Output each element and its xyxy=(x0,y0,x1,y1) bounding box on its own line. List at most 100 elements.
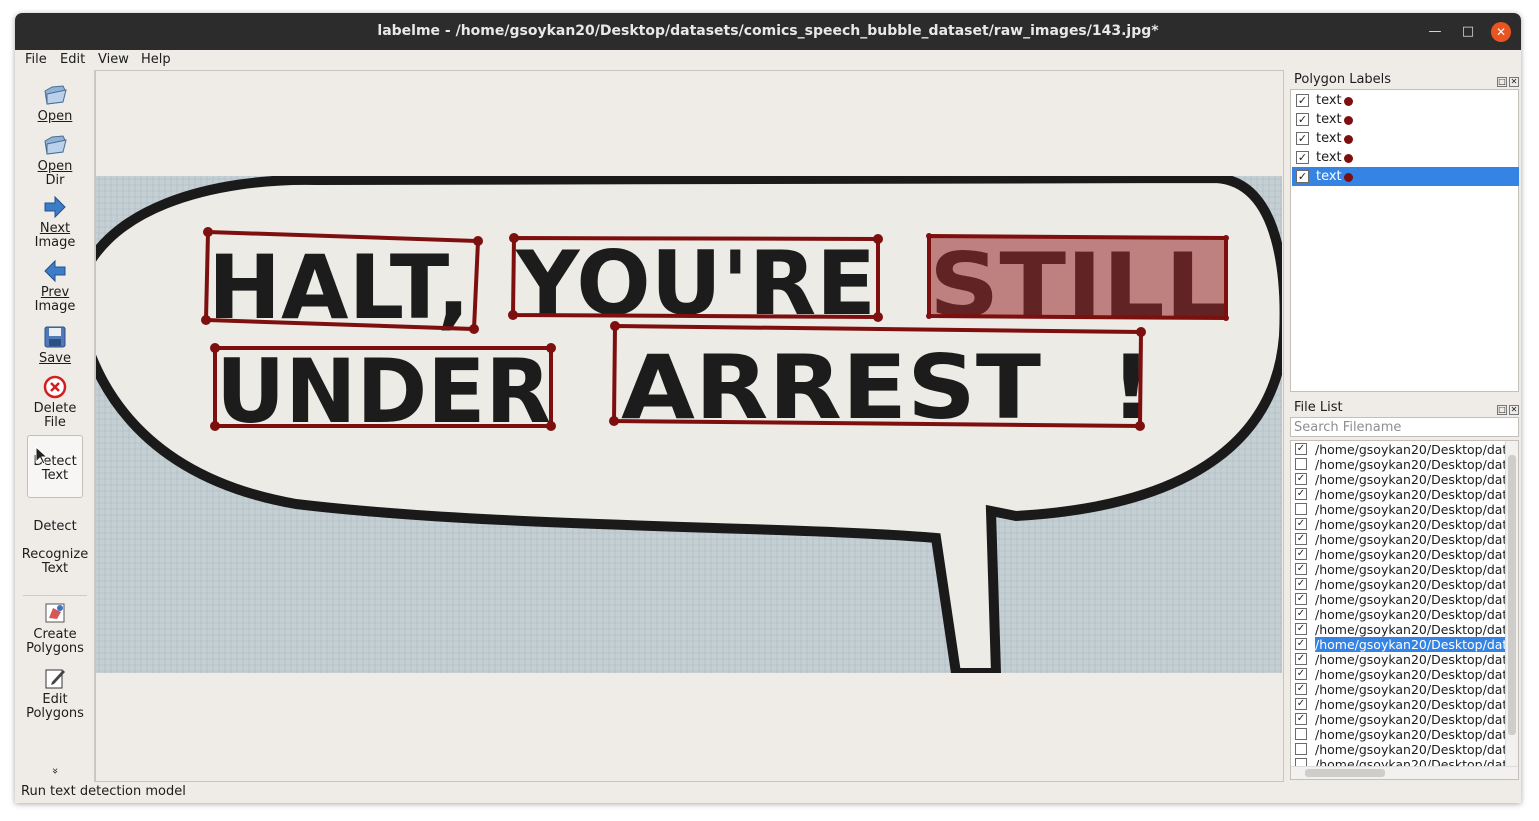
label-row[interactable]: ✓ text xyxy=(1292,148,1519,167)
file-row[interactable]: /home/gsoykan20/Desktop/datasets xyxy=(1291,502,1506,517)
float-icon[interactable]: □ xyxy=(1497,77,1507,87)
menu-view[interactable]: View xyxy=(98,52,129,67)
delete-file-button[interactable]: Delete File xyxy=(15,374,95,430)
file-name: /home/gsoykan20/Desktop/datasets xyxy=(1315,667,1506,682)
file-row[interactable]: ✓ /home/gsoykan20/Desktop/datasets xyxy=(1291,517,1506,532)
polygon-labels-dock-buttons: □ ✕ xyxy=(1495,73,1519,87)
create-polygons-button[interactable]: Create Polygons xyxy=(15,600,95,656)
file-row[interactable]: ✓ /home/gsoykan20/Desktop/datasets xyxy=(1291,697,1506,712)
file-checkbox[interactable]: ✓ xyxy=(1295,668,1307,680)
file-row[interactable]: ✓ /home/gsoykan20/Desktop/datasets xyxy=(1291,472,1506,487)
open-button[interactable]: Open xyxy=(15,82,95,124)
file-name: /home/gsoykan20/Desktop/datasets xyxy=(1315,472,1506,487)
label-checkbox[interactable]: ✓ xyxy=(1296,132,1309,145)
label-checkbox[interactable]: ✓ xyxy=(1296,113,1309,126)
vertical-scrollbar[interactable] xyxy=(1505,441,1518,767)
menu-edit[interactable]: Edit xyxy=(60,52,85,67)
file-name: /home/gsoykan20/Desktop/datasets xyxy=(1315,592,1506,607)
open-dir-label-1: Open xyxy=(37,159,73,174)
hscroll-thumb[interactable] xyxy=(1305,769,1385,777)
file-row[interactable]: /home/gsoykan20/Desktop/datasets xyxy=(1291,457,1506,472)
file-name: /home/gsoykan20/Desktop/datasets xyxy=(1315,697,1506,712)
close-icon[interactable]: ✕ xyxy=(1509,77,1519,87)
file-checkbox[interactable]: ✓ xyxy=(1295,653,1307,665)
menu-help[interactable]: Help xyxy=(141,52,171,67)
close-icon[interactable]: ✕ xyxy=(1491,22,1511,42)
file-row[interactable]: ✓ /home/gsoykan20/Desktop/datasets xyxy=(1291,682,1506,697)
file-list[interactable]: ✓ /home/gsoykan20/Desktop/datasets/home/g… xyxy=(1290,440,1519,780)
file-checkbox[interactable]: ✓ xyxy=(1295,608,1307,620)
prev-image-button[interactable]: Prev Image xyxy=(15,258,95,314)
file-checkbox[interactable]: ✓ xyxy=(1295,488,1307,500)
edit-label-1: Edit xyxy=(42,692,68,707)
file-row[interactable]: ✓ /home/gsoykan20/Desktop/datasets xyxy=(1291,712,1506,727)
file-row[interactable]: ✓ /home/gsoykan20/Desktop/datasets xyxy=(1291,577,1506,592)
arrow-right-icon xyxy=(44,195,66,219)
file-row[interactable]: ✓ /home/gsoykan20/Desktop/datasets xyxy=(1291,547,1506,562)
label-checkbox[interactable]: ✓ xyxy=(1296,151,1309,164)
search-filename-input[interactable]: Search Filename xyxy=(1290,417,1519,437)
file-checkbox[interactable]: ✓ xyxy=(1295,518,1307,530)
file-checkbox[interactable]: ✓ xyxy=(1295,683,1307,695)
label-row[interactable]: ✓ text xyxy=(1292,91,1519,110)
file-row-selected[interactable]: ✓ /home/gsoykan20/Desktop/datasets xyxy=(1291,637,1506,652)
horizontal-scrollbar[interactable] xyxy=(1291,766,1518,779)
image-canvas[interactable]: HALT, YOU'RE STILL UNDER ARREST ! xyxy=(95,70,1284,782)
file-checkbox[interactable]: ✓ xyxy=(1295,548,1307,560)
save-button[interactable]: Save xyxy=(15,324,95,366)
file-checkbox[interactable]: ✓ xyxy=(1295,713,1307,725)
file-row[interactable]: /home/gsoykan20/Desktop/datasets xyxy=(1291,742,1506,757)
edit-polygons-button[interactable]: Edit Polygons xyxy=(15,665,95,721)
detect-text-button[interactable]: Detect Text xyxy=(27,435,83,498)
close-icon[interactable]: ✕ xyxy=(1509,405,1519,415)
recognize-text-button[interactable]: Recognize Text xyxy=(15,548,95,576)
polygon-labels-list[interactable]: ✓ text ✓ text ✓ text ✓ text ✓ text xyxy=(1290,89,1519,392)
text-polygon-3[interactable] xyxy=(927,233,1228,321)
file-checkbox[interactable]: ✓ xyxy=(1295,593,1307,605)
file-checkbox[interactable] xyxy=(1295,743,1307,755)
file-checkbox[interactable]: ✓ xyxy=(1295,563,1307,575)
file-row[interactable]: ✓ /home/gsoykan20/Desktop/datasets xyxy=(1291,592,1506,607)
file-checkbox[interactable]: ✓ xyxy=(1295,473,1307,485)
next-image-button[interactable]: Next Image xyxy=(15,194,95,250)
label-checkbox[interactable]: ✓ xyxy=(1296,170,1309,183)
title-bar[interactable]: labelme - /home/gsoykan20/Desktop/datase… xyxy=(15,13,1521,50)
detect-label: Detect xyxy=(33,519,77,534)
detect-button[interactable]: Detect xyxy=(15,520,95,534)
file-name: /home/gsoykan20/Desktop/datasets xyxy=(1315,517,1506,532)
label-row[interactable]: ✓ text xyxy=(1292,129,1519,148)
file-row[interactable]: ✓ /home/gsoykan20/Desktop/datasets xyxy=(1291,487,1506,502)
file-row[interactable]: ✓ /home/gsoykan20/Desktop/datasets xyxy=(1291,667,1506,682)
file-checkbox[interactable] xyxy=(1295,458,1307,470)
file-checkbox[interactable]: ✓ xyxy=(1295,578,1307,590)
file-checkbox[interactable]: ✓ xyxy=(1295,638,1307,650)
file-row[interactable]: ✓ /home/gsoykan20/Desktop/datasets xyxy=(1291,562,1506,577)
file-row[interactable]: ✓ /home/gsoykan20/Desktop/datasets xyxy=(1291,652,1506,667)
open-dir-button[interactable]: Open Dir xyxy=(15,132,95,188)
file-row[interactable]: ✓ /home/gsoykan20/Desktop/datasets xyxy=(1291,442,1506,457)
file-checkbox[interactable] xyxy=(1295,728,1307,740)
scroll-thumb[interactable] xyxy=(1508,455,1516,735)
file-checkbox[interactable]: ✓ xyxy=(1295,533,1307,545)
file-row[interactable]: ✓ /home/gsoykan20/Desktop/datasets xyxy=(1291,622,1506,637)
menu-file[interactable]: File xyxy=(25,52,47,67)
file-checkbox[interactable]: ✓ xyxy=(1295,443,1307,455)
file-row[interactable]: /home/gsoykan20/Desktop/datasets xyxy=(1291,727,1506,742)
file-name: /home/gsoykan20/Desktop/datasets xyxy=(1315,742,1506,757)
file-row[interactable]: ✓ /home/gsoykan20/Desktop/datasets xyxy=(1291,532,1506,547)
label-checkbox[interactable]: ✓ xyxy=(1296,94,1309,107)
maximize-icon[interactable]: □ xyxy=(1458,22,1478,42)
prev-label-1: Prev xyxy=(40,285,70,300)
file-row[interactable]: ✓ /home/gsoykan20/Desktop/datasets xyxy=(1291,607,1506,622)
label-row[interactable]: ✓ text xyxy=(1292,110,1519,129)
file-name: /home/gsoykan20/Desktop/datasets xyxy=(1315,637,1506,652)
float-icon[interactable]: □ xyxy=(1497,405,1507,415)
file-checkbox[interactable] xyxy=(1295,503,1307,515)
file-checkbox[interactable]: ✓ xyxy=(1295,698,1307,710)
label-row-selected[interactable]: ✓ text xyxy=(1292,167,1519,186)
file-checkbox[interactable]: ✓ xyxy=(1295,623,1307,635)
minimize-icon[interactable]: — xyxy=(1425,22,1445,42)
folder-open-icon xyxy=(44,135,67,155)
label-color-dot xyxy=(1344,116,1353,125)
comic-image[interactable]: HALT, YOU'RE STILL UNDER ARREST ! xyxy=(96,176,1282,673)
